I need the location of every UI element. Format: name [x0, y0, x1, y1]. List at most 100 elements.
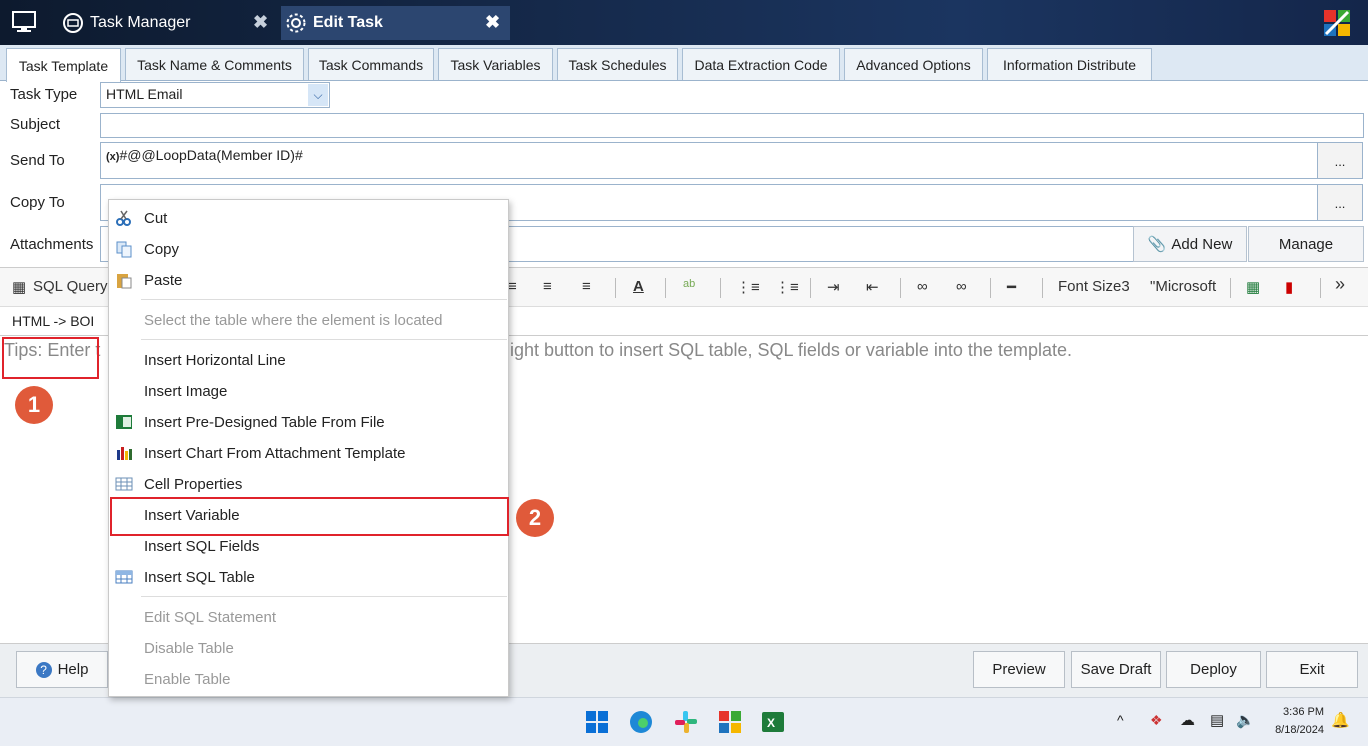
- gear-icon: [286, 13, 306, 33]
- exit-button[interactable]: Exit: [1266, 651, 1358, 688]
- tab-advanced-options[interactable]: Advanced Options: [844, 48, 983, 80]
- monitor-icon[interactable]: [12, 11, 36, 33]
- tab-label: Task Manager: [90, 14, 191, 31]
- menu-item-insert-predesigned-table[interactable]: Insert Pre-Designed Table From File: [109, 407, 508, 437]
- copy-icon: [116, 241, 132, 258]
- copy-to-label: Copy To: [10, 194, 65, 211]
- tab-task-schedules[interactable]: Task Schedules: [557, 48, 678, 80]
- windows-taskbar: X ^ ❖ ☁ ▤ 🔈 3:36 PM 8/18/2024 🔔: [0, 697, 1368, 746]
- sql-query-button[interactable]: SQL Query: [33, 278, 107, 295]
- help-label: Help: [57, 661, 89, 678]
- menu-item-label: Insert Pre-Designed Table From File: [144, 413, 385, 431]
- tray-chevron-icon[interactable]: ^: [1117, 712, 1124, 728]
- tab-edit-task[interactable]: Edit Task: [281, 6, 510, 40]
- edge-icon[interactable]: [628, 709, 654, 735]
- network-icon[interactable]: ▤: [1210, 711, 1224, 729]
- close-icon[interactable]: ✖: [253, 12, 268, 33]
- highlight-icon[interactable]: ab: [683, 278, 695, 290]
- task-type-select[interactable]: HTML Email ⌵: [100, 82, 330, 108]
- indent-icon[interactable]: ⇥: [827, 278, 840, 296]
- menu-item-insert-horizontal-line[interactable]: Insert Horizontal Line: [109, 345, 508, 375]
- excel-icon[interactable]: ▦: [1246, 278, 1260, 296]
- outdent-icon[interactable]: ⇤: [866, 278, 879, 296]
- link-icon[interactable]: ∞: [917, 278, 928, 295]
- menu-item-label: Select the table where the element is lo…: [144, 311, 443, 329]
- menu-item-insert-chart[interactable]: Insert Chart From Attachment Template: [109, 438, 508, 468]
- tab-task-commands[interactable]: Task Commands: [308, 48, 434, 80]
- database-icon[interactable]: ▦: [12, 278, 26, 296]
- menu-item-label: Insert Image: [144, 382, 228, 400]
- subject-input[interactable]: [100, 113, 1364, 138]
- volume-icon[interactable]: 🔈: [1236, 711, 1255, 729]
- menu-item-insert-sql-table[interactable]: Insert SQL Table: [109, 562, 508, 592]
- menu-item-label: Disable Table: [144, 639, 234, 657]
- copy-to-browse-button[interactable]: ...: [1317, 184, 1363, 221]
- help-button[interactable]: ? Help: [16, 651, 108, 688]
- manage-button[interactable]: Manage: [1248, 226, 1364, 262]
- chevron-down-icon: ⌵: [308, 84, 328, 106]
- app-logo-icon: [1324, 10, 1350, 36]
- chart-icon[interactable]: ▮: [1285, 278, 1293, 296]
- send-to-value: #@@LoopData(Member ID)#: [119, 147, 303, 163]
- menu-item-paste[interactable]: Paste: [109, 265, 508, 295]
- add-new-label: Add New: [1171, 235, 1233, 253]
- font-color-icon[interactable]: A: [633, 278, 644, 295]
- excel-icon[interactable]: X: [760, 709, 786, 735]
- onedrive-icon[interactable]: ☁: [1180, 711, 1195, 729]
- menu-item-cut[interactable]: Cut: [109, 203, 508, 233]
- menu-item-copy[interactable]: Copy: [109, 234, 508, 264]
- deploy-button[interactable]: Deploy: [1166, 651, 1261, 688]
- horizontal-rule-icon[interactable]: ━: [1007, 278, 1016, 296]
- align-center-icon[interactable]: ≡: [543, 278, 552, 295]
- align-left-icon[interactable]: ≡: [508, 278, 517, 295]
- tab-label: Edit Task: [313, 14, 383, 31]
- context-menu: Cut Copy Paste Select the table where th…: [108, 199, 509, 697]
- font-family-select[interactable]: "Microsoft: [1150, 278, 1216, 295]
- callout-box-2: [110, 497, 509, 536]
- svg-text:X: X: [767, 716, 775, 730]
- slack-icon[interactable]: [673, 709, 699, 735]
- tab-information-distribute[interactable]: Information Distribute: [987, 48, 1152, 80]
- preview-button[interactable]: Preview: [973, 651, 1065, 688]
- callout-badge-1: 1: [15, 386, 53, 424]
- menu-item-edit-sql-statement: Edit SQL Statement: [109, 602, 508, 632]
- notification-bell-icon[interactable]: 🔔: [1331, 711, 1350, 729]
- bullet-list-icon[interactable]: ⋮≡: [736, 278, 760, 296]
- menu-item-label: Insert SQL Fields: [144, 537, 260, 555]
- save-draft-button[interactable]: Save Draft: [1071, 651, 1161, 688]
- callout-badge-2: 2: [516, 499, 554, 537]
- tab-task-name-comments[interactable]: Task Name & Comments: [125, 48, 304, 80]
- title-bar: Task Manager ✖ Edit Task ✖: [0, 0, 1368, 45]
- menu-item-cell-properties[interactable]: Cell Properties: [109, 469, 508, 499]
- clock-time[interactable]: 3:36 PM: [1270, 706, 1324, 718]
- menu-item-label: Cell Properties: [144, 475, 243, 493]
- app-logo-icon[interactable]: [717, 709, 743, 735]
- tab-task-template[interactable]: Task Template: [6, 48, 121, 82]
- tab-data-extraction-code[interactable]: Data Extraction Code: [682, 48, 840, 80]
- tray-app-icon[interactable]: ❖: [1150, 712, 1163, 729]
- variable-icon: (x): [106, 151, 120, 163]
- tab-task-manager[interactable]: Task Manager: [58, 6, 280, 40]
- menu-item-enable-table: Enable Table: [109, 664, 508, 694]
- task-manager-icon: [63, 13, 83, 33]
- element-path: HTML -> BOI: [12, 313, 95, 329]
- more-icon[interactable]: »: [1335, 274, 1345, 295]
- menu-item-insert-image[interactable]: Insert Image: [109, 376, 508, 406]
- windows-start-icon[interactable]: [584, 709, 610, 735]
- font-size-select[interactable]: Font Size3: [1058, 278, 1130, 295]
- menu-item-label: Paste: [144, 271, 183, 289]
- numbered-list-icon[interactable]: ⋮≡: [775, 278, 799, 296]
- send-to-input[interactable]: (x)#@@LoopData(Member ID)#: [100, 142, 1318, 179]
- menu-item-label: Insert Horizontal Line: [144, 351, 286, 369]
- close-icon[interactable]: ✖: [485, 12, 500, 33]
- menu-item-disable-table: Disable Table: [109, 633, 508, 663]
- send-to-browse-button[interactable]: ...: [1317, 142, 1363, 179]
- main-tab-bar: Task Template Task Name & Comments Task …: [0, 45, 1368, 82]
- paste-icon: [117, 274, 132, 289]
- unlink-icon[interactable]: ∞: [956, 278, 967, 295]
- clock-date[interactable]: 8/18/2024: [1262, 724, 1324, 736]
- add-new-button[interactable]: 📎 Add New: [1133, 226, 1247, 262]
- excel-icon: [116, 415, 132, 429]
- tab-task-variables[interactable]: Task Variables: [438, 48, 553, 80]
- align-right-icon[interactable]: ≡: [582, 278, 591, 295]
